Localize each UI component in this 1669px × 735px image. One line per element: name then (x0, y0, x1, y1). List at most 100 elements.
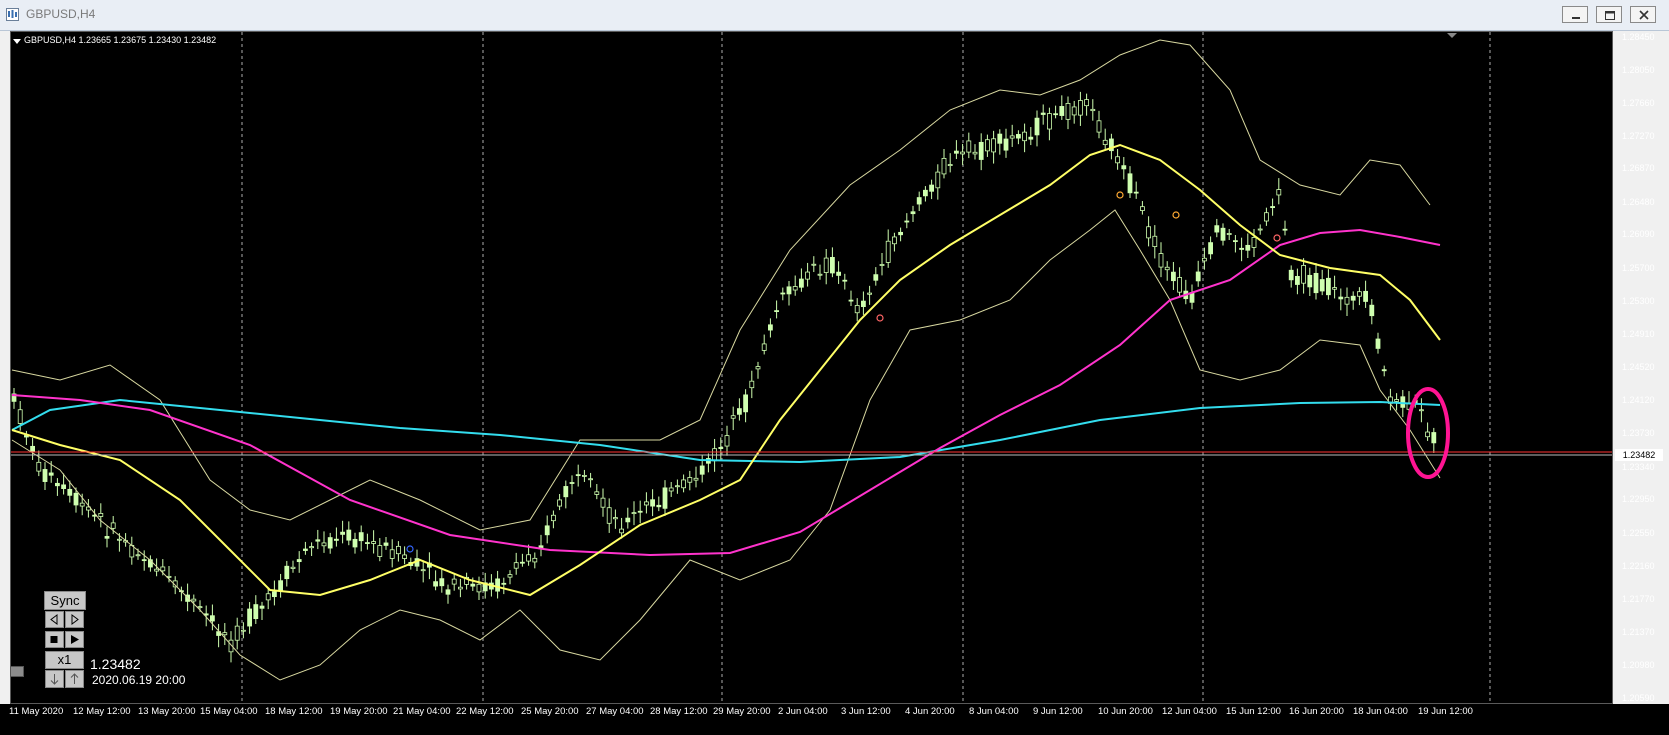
signal-marker (1172, 211, 1180, 219)
candle-body (104, 536, 110, 539)
time-label: 16 Jun 20:00 (1289, 706, 1344, 717)
candle-body (675, 485, 680, 488)
stop-button[interactable] (45, 631, 64, 648)
time-label: 27 May 04:00 (586, 706, 644, 717)
candle-body (799, 278, 804, 288)
candle-body (1140, 206, 1145, 211)
candle-body (240, 629, 246, 632)
price-label: 1.26480 (1622, 197, 1655, 207)
candle-body (575, 474, 581, 477)
time-label: 10 Jun 20:00 (1098, 706, 1153, 717)
candle-body (520, 561, 525, 564)
candle-body (569, 482, 575, 484)
candle-body (792, 286, 798, 291)
candle-body (724, 435, 730, 447)
chart-canvas[interactable] (0, 0, 1669, 735)
candle-body (935, 171, 941, 189)
panel-toggle-icon[interactable] (10, 666, 24, 677)
time-label: 29 May 20:00 (713, 706, 771, 717)
candle-body (296, 559, 302, 563)
candle-body (749, 380, 755, 389)
candle-body (892, 236, 897, 245)
speed-up-button[interactable] (65, 670, 84, 688)
candle-body (222, 632, 228, 636)
candle-body (98, 513, 104, 517)
candle-body (259, 605, 265, 609)
candle-body (395, 545, 401, 555)
candle-body (830, 257, 835, 274)
sync-button[interactable]: Sync (44, 591, 86, 610)
candle-body (371, 541, 377, 544)
price-label: 1.25700 (1622, 263, 1655, 273)
candle-body (1295, 276, 1300, 285)
candle-body (817, 273, 823, 276)
candle-body (1307, 274, 1313, 288)
candle-body (197, 606, 203, 609)
candle-body (1152, 235, 1158, 247)
candle-body (55, 482, 60, 487)
candle-body (854, 305, 860, 314)
ma-long-line (11, 398, 1441, 464)
candle-body (532, 557, 538, 563)
speed-button[interactable]: x1 (45, 651, 84, 669)
chart-shift-marker (1447, 33, 1457, 38)
symbol-menu-icon[interactable] (13, 39, 21, 44)
play-icon (71, 635, 79, 644)
candle-body (867, 292, 872, 295)
price-label: 1.26090 (1622, 229, 1655, 239)
symbol-ohlc-label: GBPUSD,H4 1.23665 1.23675 1.23430 1.2348… (24, 35, 217, 45)
candle-body (445, 589, 451, 595)
candle-body (117, 538, 122, 541)
candle-body (929, 184, 934, 192)
candle-body (135, 554, 141, 557)
price-label: 1.23340 (1622, 462, 1655, 472)
candle-body (191, 598, 197, 602)
candle-body (551, 514, 556, 522)
candle-body (823, 257, 829, 273)
candle-body (1282, 228, 1288, 231)
candle-body (774, 310, 779, 313)
candle-body (315, 539, 321, 542)
step-back-button[interactable] (45, 611, 64, 628)
candle-body (1158, 253, 1164, 268)
candle-body (73, 492, 79, 506)
time-label: 12 Jun 04:00 (1162, 706, 1217, 717)
candle-body (1257, 228, 1263, 231)
price-label: 1.24120 (1622, 395, 1655, 405)
candle-body (650, 499, 655, 507)
candle-body (302, 548, 308, 551)
play-button[interactable] (65, 631, 84, 648)
candle-body (1350, 295, 1356, 301)
candle-body (544, 525, 550, 536)
candle-body (1301, 265, 1306, 284)
candle-body (1195, 271, 1201, 282)
candle-body (383, 542, 389, 546)
cursor-time: 2020.06.19 20:00 (92, 673, 186, 687)
candle-body (668, 487, 674, 492)
candle-body (253, 604, 259, 620)
cursor-price: 1.23482 (90, 656, 141, 672)
time-label: 15 Jun 12:00 (1226, 706, 1281, 717)
time-label: 22 May 12:00 (456, 706, 514, 717)
candle-body (433, 581, 439, 587)
candle-body (836, 271, 841, 276)
candle-body (1071, 106, 1077, 116)
arrow-up-icon (70, 673, 79, 684)
step-back-icon (50, 614, 58, 625)
candle-body (885, 240, 891, 263)
candle-body (1047, 113, 1052, 130)
candle-body (495, 578, 501, 592)
candle-body (1431, 432, 1437, 444)
candle-body (290, 566, 296, 569)
candle-body (1276, 189, 1282, 196)
candle-body (439, 578, 445, 587)
stop-icon (50, 636, 58, 643)
candle-body (141, 559, 147, 562)
candle-body (1288, 269, 1294, 281)
step-forward-button[interactable] (65, 611, 84, 628)
candle-body (898, 231, 903, 236)
candle-body (991, 138, 996, 153)
candle-body (42, 469, 48, 482)
candle-body (1394, 399, 1399, 402)
speed-down-button[interactable] (45, 670, 64, 688)
